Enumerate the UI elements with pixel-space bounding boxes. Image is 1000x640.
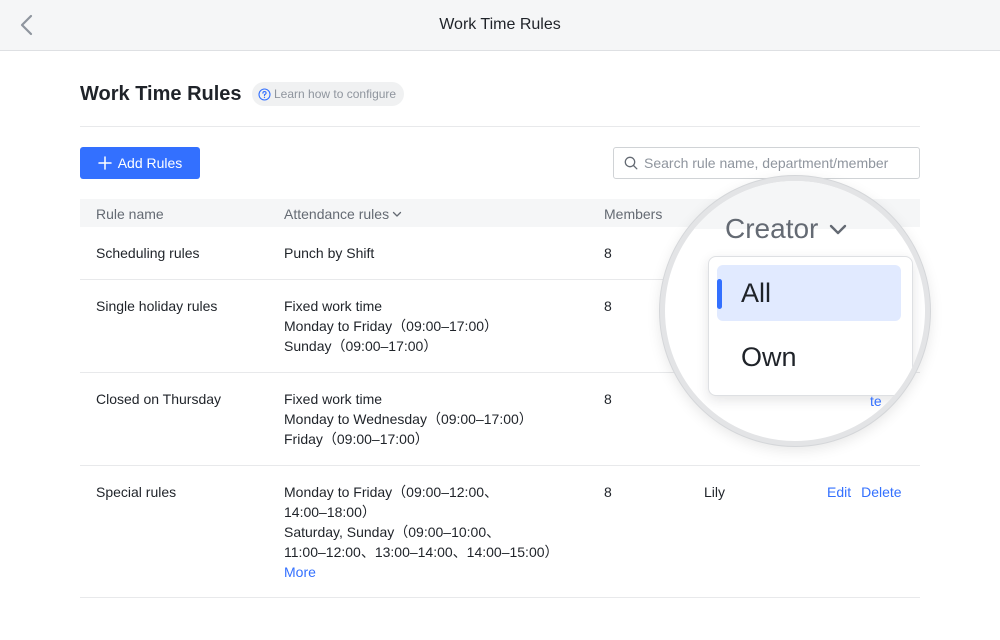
attendance-rule: Punch by Shift — [284, 243, 374, 263]
edit-button[interactable]: Edit — [827, 482, 851, 502]
attendance-line: Fixed work time — [284, 298, 383, 314]
attendance-line: Fixed work time — [284, 391, 383, 407]
creator-option-all[interactable]: All — [717, 265, 901, 321]
attendance-line: Monday to Wednesday（09:00–17:00） — [284, 411, 533, 427]
column-header-rule-name: Rule name — [96, 206, 164, 222]
selected-indicator — [717, 279, 722, 309]
attendance-line: 14:00–18:00） — [284, 504, 376, 520]
rule-name: Single holiday rules — [96, 298, 218, 314]
search-icon — [624, 156, 638, 170]
delete-button-partial[interactable]: te — [870, 393, 882, 409]
search-box[interactable] — [613, 147, 920, 179]
option-label: Own — [741, 341, 797, 372]
topbar-title: Work Time Rules — [439, 16, 561, 33]
header-divider — [80, 126, 920, 127]
chevron-down-icon — [830, 224, 847, 235]
add-rules-button[interactable]: Add Rules — [80, 147, 200, 179]
creator-name: Lily — [704, 484, 726, 500]
chevron-down-icon — [392, 211, 402, 217]
attendance-line: Friday（09:00–17:00） — [284, 431, 429, 447]
help-link[interactable]: Learn how to configure — [252, 82, 405, 106]
creator-filter-dropdown: All Own — [708, 256, 913, 396]
more-link[interactable]: More — [284, 562, 559, 582]
row-actions: Edit Delete — [827, 482, 902, 502]
attendance-rule: Monday to Friday（09:00–12:00、 14:00–18:0… — [284, 482, 559, 582]
member-count: 8 — [604, 245, 612, 261]
plus-icon — [97, 156, 112, 170]
attendance-header-label: Attendance rules — [284, 206, 390, 222]
rule-name: Scheduling rules — [96, 245, 200, 261]
attendance-line: Monday to Friday（09:00–17:00） — [284, 318, 499, 334]
attendance-line: Punch by Shift — [284, 245, 375, 261]
attendance-line: Sunday（09:00–17:00） — [284, 338, 438, 354]
member-count: 8 — [604, 391, 612, 407]
table-row: Special rules Monday to Friday（09:00–12:… — [80, 466, 920, 598]
attendance-line: Saturday, Sunday（09:00–10:00、 — [284, 524, 501, 540]
creator-filter-magnifier: Creator All Own te — [660, 176, 930, 446]
creator-option-own[interactable]: Own — [717, 329, 901, 385]
column-header-attendance-rules[interactable]: Attendance rules — [284, 206, 402, 222]
attendance-rule: Fixed work time Monday to Friday（09:00–1… — [284, 296, 498, 356]
add-rules-label: Add Rules — [117, 155, 183, 171]
attendance-line: Monday to Friday（09:00–12:00、 — [284, 484, 499, 500]
question-circle-icon — [258, 87, 271, 101]
creator-filter-label: Creator — [725, 213, 819, 244]
help-link-label: Learn how to configure — [274, 87, 397, 101]
top-navigation-bar: Work Time Rules — [0, 0, 1000, 51]
rule-name: Special rules — [96, 484, 177, 500]
member-count: 8 — [604, 298, 612, 314]
search-input[interactable] — [644, 155, 914, 171]
member-count: 8 — [604, 484, 612, 500]
attendance-rule: Fixed work time Monday to Wednesday（09:0… — [284, 389, 533, 449]
column-header-members: Members — [604, 206, 663, 222]
creator-filter-toggle[interactable]: Creator — [725, 213, 848, 245]
delete-button[interactable]: Delete — [861, 482, 901, 502]
page-title: Work Time Rules — [80, 83, 242, 105]
rule-name: Closed on Thursday — [96, 391, 222, 407]
attendance-line: 11:00–12:00、13:00–14:00、14:00–15:00） — [284, 544, 559, 560]
option-label: All — [741, 277, 772, 308]
